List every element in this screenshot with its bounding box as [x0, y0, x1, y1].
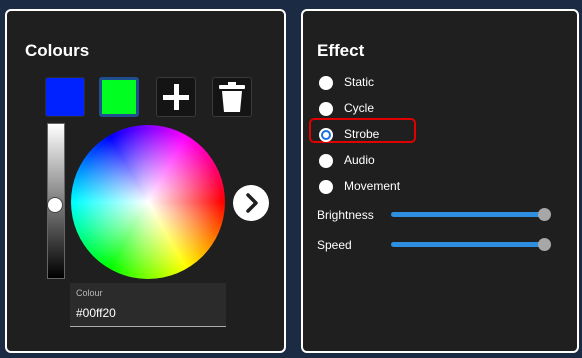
radio-audio[interactable]: [319, 154, 333, 168]
radio-label-movement: Movement: [344, 179, 401, 193]
colour-field-value[interactable]: #00ff20: [76, 306, 116, 320]
radio-label-cycle: Cycle: [344, 101, 375, 115]
radio-cycle[interactable]: [319, 102, 333, 116]
speed-thumb[interactable]: [538, 238, 551, 251]
swatch-green-selected[interactable]: [99, 77, 139, 117]
radio-static[interactable]: [319, 76, 333, 90]
speed-label: Speed: [317, 238, 352, 252]
colour-field-label: Colour: [76, 288, 103, 298]
delete-colour-button[interactable]: [212, 77, 252, 117]
next-button[interactable]: [233, 185, 269, 221]
chevron-right-icon: [246, 193, 258, 213]
colours-title: Colours: [25, 41, 90, 60]
trash-icon: [219, 82, 245, 112]
colour-hex-field[interactable]: Colour #00ff20: [70, 283, 226, 327]
brightness-label: Brightness: [317, 208, 374, 222]
effect-title: Effect: [317, 41, 365, 60]
add-colour-button[interactable]: [156, 77, 196, 117]
effect-panel: Effect Static Cycle Strobe Audio Movemen…: [301, 9, 579, 353]
radio-label-audio: Audio: [344, 153, 375, 167]
plus-icon: [163, 84, 189, 110]
brightness-slider-thumb[interactable]: [47, 197, 63, 213]
radio-movement[interactable]: [319, 180, 333, 194]
swatch-blue[interactable]: [45, 77, 85, 117]
effect-brightness-thumb[interactable]: [538, 208, 551, 221]
colour-wheel[interactable]: [71, 125, 225, 279]
colours-panel: Colours Colour #00ff20: [5, 9, 286, 353]
radio-strobe[interactable]: [319, 128, 333, 142]
speed-slider[interactable]: [391, 242, 551, 247]
effect-brightness-slider[interactable]: [391, 212, 551, 217]
radio-label-strobe: Strobe: [344, 127, 380, 141]
radio-label-static: Static: [344, 75, 375, 89]
